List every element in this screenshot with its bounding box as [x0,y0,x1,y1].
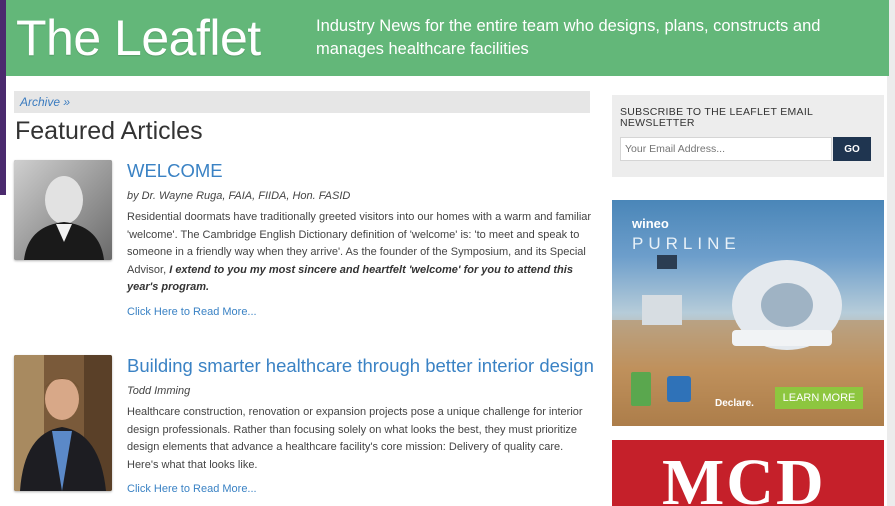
wineo-advertisement[interactable]: wineo PURLINE Declare. LEARN MORE [612,200,884,426]
newsletter-signup: SUBSCRIBE TO THE LEAFLET EMAIL NEWSLETTE… [612,95,884,177]
mcd-advertisement[interactable]: MCD [612,440,884,506]
certification-badge-icon [667,376,691,402]
certification-badge-icon [631,372,651,406]
breadcrumb: Archive » [14,91,590,113]
author-photo[interactable] [14,160,112,260]
page-title: Featured Articles [15,117,203,145]
author-photo[interactable] [14,355,112,491]
archive-link[interactable]: Archive » [20,95,70,109]
site-tagline: Industry News for the entire team who de… [316,17,821,58]
go-button[interactable]: GO [833,137,871,161]
article-item: Building smarter healthcare through bett… [14,355,594,505]
read-more-link[interactable]: Click Here to Read More... [127,306,257,318]
learn-more-button[interactable]: LEARN MORE [775,387,863,409]
site-header: The Leaflet Industry News for the entire… [6,0,889,76]
mcd-logo: MCD [662,446,826,506]
article-title[interactable]: WELCOME [127,160,592,182]
article-byline: Todd Imming [127,385,191,397]
article-excerpt: Healthcare construction, renovation or e… [127,406,583,471]
ad-partner-logo: Declare. [715,398,754,409]
article-byline: by Dr. Wayne Ruga, FAIA, FIIDA, Hon. FAS… [127,190,351,202]
article-body: Building smarter healthcare through bett… [127,355,594,497]
read-more-link[interactable]: Click Here to Read More... [127,483,257,495]
email-input[interactable] [620,137,832,161]
ad-brand: wineo [632,216,669,231]
newsletter-heading: SUBSCRIBE TO THE LEAFLET EMAIL NEWSLETTE… [620,106,813,129]
article-title[interactable]: Building smarter healthcare through bett… [127,355,594,377]
author-portrait-icon [14,160,112,260]
newsletter-form: GO [620,137,876,161]
article-excerpt: Residential doormats have traditionally … [127,209,592,297]
author-portrait-icon [14,355,112,491]
site-logo[interactable]: The Leaflet [6,9,306,67]
article-body: WELCOME by Dr. Wayne Ruga, FAIA, FIIDA, … [127,160,592,320]
ad-product: PURLINE [632,234,741,253]
article-item: WELCOME by Dr. Wayne Ruga, FAIA, FIIDA, … [14,160,594,340]
article-excerpt-emphasis: I extend to you my most sincere and hear… [127,263,573,294]
